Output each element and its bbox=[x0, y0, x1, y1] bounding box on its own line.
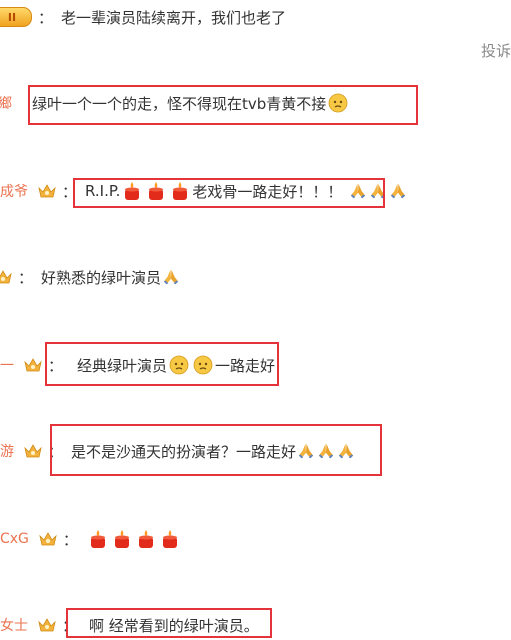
comment-text: 老一辈演员陆续离开，我们也老了 bbox=[61, 8, 287, 27]
highlight-box bbox=[66, 608, 272, 638]
highlight-box bbox=[45, 342, 279, 386]
highlight-box bbox=[28, 85, 418, 125]
report-link[interactable]: 投诉 bbox=[481, 40, 511, 61]
pray-icon bbox=[162, 268, 180, 286]
username[interactable]: 一 bbox=[0, 355, 14, 375]
username[interactable]: 成爷 bbox=[0, 181, 28, 201]
colon: ： bbox=[62, 530, 78, 549]
comment-row-4: ： 好熟悉的绿叶演员 bbox=[0, 262, 181, 292]
candle-icon bbox=[112, 529, 132, 549]
comment-row-1: II ： 老一辈演员陆续离开，我们也老了 bbox=[0, 2, 286, 32]
highlight-box bbox=[50, 424, 382, 476]
crown-icon bbox=[38, 617, 56, 633]
username[interactable]: CxG bbox=[0, 531, 29, 547]
colon: ： bbox=[18, 268, 34, 287]
highlight-box bbox=[73, 178, 385, 208]
username[interactable]: 游 bbox=[0, 441, 14, 461]
candle-icon bbox=[160, 529, 180, 549]
username[interactable]: 女士 bbox=[0, 615, 28, 635]
pray-icon bbox=[389, 182, 407, 200]
crown-icon bbox=[38, 183, 56, 199]
crown-icon bbox=[24, 443, 42, 459]
candle-group bbox=[86, 529, 182, 549]
username[interactable]: 鄉 bbox=[0, 93, 12, 113]
candle-icon bbox=[88, 529, 108, 549]
candle-icon bbox=[136, 529, 156, 549]
level-badge[interactable]: II bbox=[0, 7, 32, 27]
colon: ： bbox=[38, 8, 54, 27]
crown-icon bbox=[39, 531, 57, 547]
crown-icon bbox=[0, 269, 12, 285]
comment-row-7: CxG ： bbox=[0, 524, 182, 554]
comment-text: 好熟悉的绿叶演员 bbox=[41, 268, 162, 287]
crown-icon bbox=[24, 357, 42, 373]
